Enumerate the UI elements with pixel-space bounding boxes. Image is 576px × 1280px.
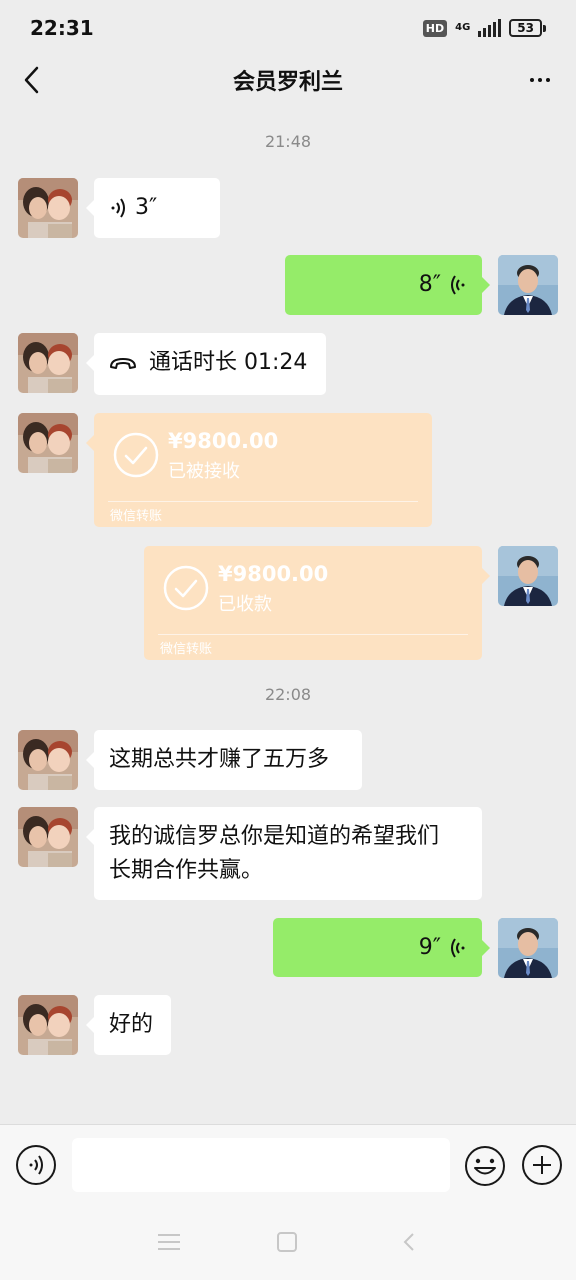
phone-hangup-icon (110, 358, 136, 369)
transfer-amount: ¥9800.00 (218, 562, 329, 586)
signal-icon (478, 19, 502, 37)
voice-wave-icon (111, 198, 125, 218)
transfer-brand: 微信转账 (160, 642, 213, 657)
voice-input-toggle[interactable] (16, 1145, 56, 1185)
transfer-status: 已收款 (218, 594, 272, 615)
avatar[interactable] (498, 546, 558, 606)
avatar[interactable] (18, 413, 78, 473)
voice-wave-icon (451, 938, 465, 958)
transfer-amount: ¥9800.00 (168, 429, 279, 453)
home-icon[interactable] (277, 1232, 297, 1252)
emoji-button[interactable] (464, 1145, 506, 1187)
more-functions-button[interactable] (522, 1145, 562, 1185)
avatar[interactable] (498, 255, 558, 315)
battery-icon: 53 (509, 19, 546, 37)
back-arrow-icon (24, 66, 39, 94)
more-options-button[interactable] (518, 60, 562, 100)
timestamp: 21:48 (264, 132, 312, 151)
system-navigation-bar (0, 1204, 576, 1280)
transfer-card[interactable]: ¥9800.00 已被接收 微信转账 (86, 413, 432, 527)
divider (108, 501, 418, 502)
call-record-bubble[interactable]: 通话时长 01:24 (86, 333, 326, 395)
timestamp: 22:08 (264, 685, 312, 704)
message-text-line: 我的诚信罗总你是知道的希望我们 (109, 824, 440, 849)
more-dot-icon (546, 78, 550, 82)
battery-level: 53 (509, 19, 542, 37)
status-icons: HD 4G 53 (422, 19, 546, 37)
divider (158, 634, 468, 635)
more-dot-icon (538, 78, 542, 82)
message-text: 这期总共才赚了五万多 (109, 747, 330, 772)
voice-message-bubble[interactable]: 9″ (273, 918, 490, 977)
voice-wave-icon (451, 275, 465, 295)
voice-duration: 9″ (418, 935, 441, 960)
message-input[interactable] (72, 1138, 450, 1192)
more-dot-icon (530, 78, 534, 82)
text-message-bubble[interactable]: 好的 (86, 995, 171, 1055)
message-text: 好的 (109, 1012, 154, 1037)
avatar[interactable] (18, 333, 78, 393)
smiley-icon (465, 1146, 505, 1186)
avatar[interactable] (18, 995, 78, 1055)
voice-icon (29, 1155, 43, 1175)
menu-icon[interactable] (158, 1234, 180, 1250)
transfer-card[interactable]: ¥9800.00 已收款 微信转账 (144, 546, 490, 660)
transfer-status: 已被接收 (168, 461, 240, 482)
status-time: 22:31 (30, 16, 94, 40)
transfer-brand: 微信转账 (110, 509, 163, 524)
hd-badge: HD (422, 19, 448, 37)
voice-duration: 8″ (418, 272, 441, 297)
text-message-bubble[interactable]: 这期总共才赚了五万多 (86, 730, 362, 790)
chat-input-bar (0, 1124, 576, 1204)
message-text-line: 长期合作共赢。 (109, 858, 264, 883)
check-circle-icon (162, 564, 210, 612)
chat-header: 会员罗利兰 (0, 56, 576, 104)
avatar[interactable] (18, 730, 78, 790)
status-bar: 22:31 HD 4G 53 (0, 0, 576, 56)
back-button[interactable] (12, 60, 52, 100)
call-duration-text: 通话时长 01:24 (149, 350, 308, 375)
text-message-bubble[interactable]: 我的诚信罗总你是知道的希望我们 长期合作共赢。 (86, 807, 482, 900)
network-type: 4G (455, 22, 471, 33)
chat-title: 会员罗利兰 (232, 70, 343, 95)
voice-duration: 3″ (135, 195, 158, 220)
back-icon[interactable] (400, 1232, 420, 1252)
voice-message-bubble[interactable]: 8″ (285, 255, 490, 315)
voice-message-bubble[interactable]: 3″ (86, 178, 220, 238)
avatar[interactable] (18, 807, 78, 867)
avatar[interactable] (498, 918, 558, 978)
check-circle-icon (112, 431, 160, 479)
avatar[interactable] (18, 178, 78, 238)
